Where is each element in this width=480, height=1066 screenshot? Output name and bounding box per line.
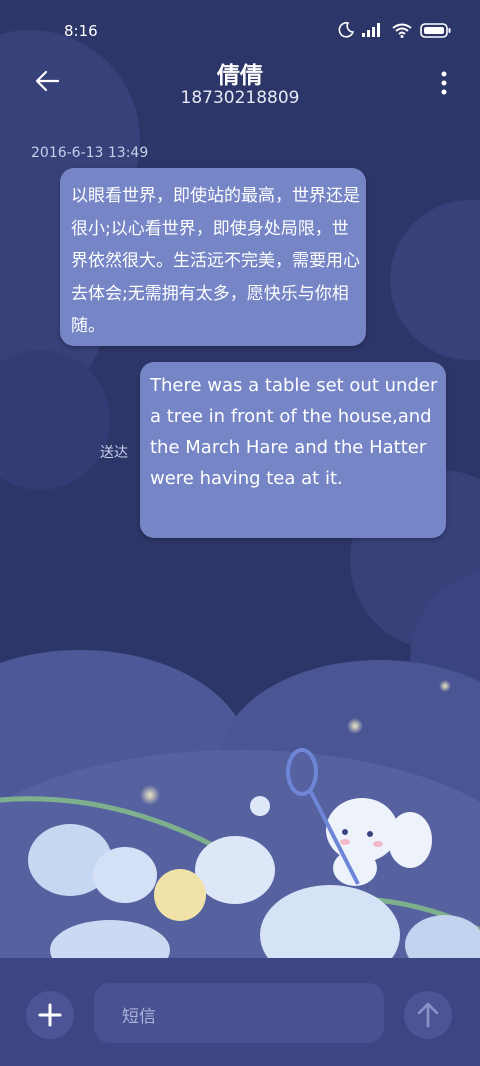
contact-name: 倩倩	[217, 63, 263, 89]
composer-bar: 短信	[0, 958, 480, 1066]
send-arrow-icon	[417, 1002, 439, 1028]
message-text: 以眼看世界，即使站的最高，世界还是很小;以心看世界，即使身处局限，世界依然很大。…	[71, 186, 360, 336]
incoming-message-bubble[interactable]: 以眼看世界，即使站的最高，世界还是很小;以心看世界，即使身处局限，世界依然很大。…	[60, 168, 366, 346]
add-attachment-button[interactable]	[26, 991, 74, 1039]
message-input[interactable]: 短信	[94, 983, 384, 1043]
signal-icon	[362, 23, 384, 41]
status-icons	[338, 22, 452, 42]
more-options-button[interactable]	[438, 70, 450, 96]
wifi-icon	[392, 23, 412, 42]
outgoing-message-bubble[interactable]: There was a table set out under a tree i…	[140, 362, 446, 538]
message-timestamp: 2016-6-13 13:49	[31, 145, 149, 161]
message-input-placeholder: 短信	[122, 1007, 156, 1027]
moon-icon	[338, 22, 355, 42]
status-time: 8:16	[64, 22, 98, 40]
plus-icon	[38, 1003, 62, 1027]
delivery-status: 送达	[100, 445, 128, 461]
battery-icon	[420, 22, 452, 42]
send-button[interactable]	[404, 991, 452, 1039]
conversation-header: 倩倩 18730218809	[0, 52, 480, 122]
contact-phone: 18730218809	[180, 88, 300, 108]
message-text: There was a table set out under a tree i…	[150, 375, 438, 489]
more-vertical-icon	[441, 71, 447, 95]
